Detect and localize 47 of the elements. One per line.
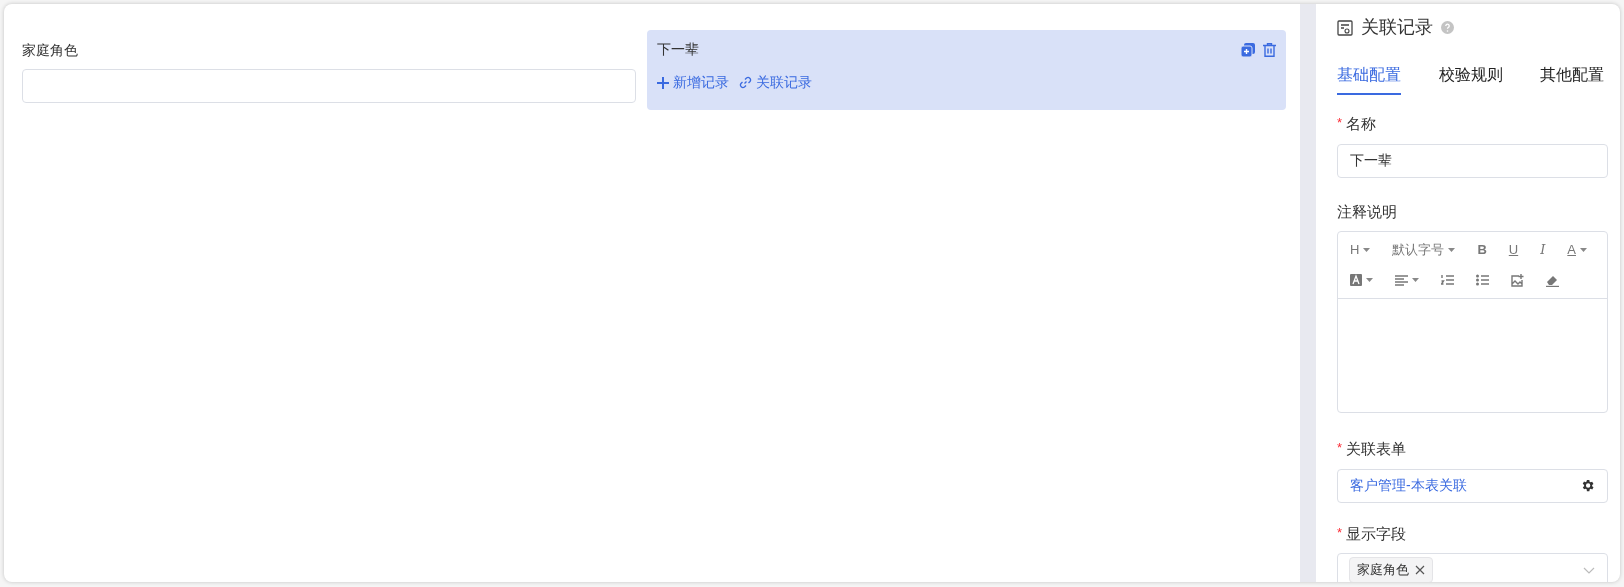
field-label: 注释说明 bbox=[1337, 201, 1397, 222]
caret-icon bbox=[1363, 247, 1371, 253]
tag: 家庭角色 bbox=[1349, 557, 1433, 582]
toolbar-button[interactable]: U bbox=[1504, 238, 1523, 262]
align-icon bbox=[1395, 274, 1408, 286]
form-select[interactable]: 客户管理-本表关联 bbox=[1337, 468, 1608, 503]
rich-text-editor[interactable]: H 默认字号 B U I A bbox=[1337, 231, 1608, 413]
add-record-link[interactable]: 新增记录 bbox=[657, 72, 729, 93]
toolbar-button[interactable]: I bbox=[1536, 238, 1550, 262]
toolbar-button[interactable]: H bbox=[1346, 238, 1375, 262]
toolbar-button[interactable]: 默认字号 bbox=[1388, 238, 1460, 262]
tab[interactable]: 其他配置 bbox=[1540, 63, 1604, 95]
required-mark: * bbox=[1337, 114, 1343, 132]
subform-card[interactable]: 下一辈 新增记录 关联记录 bbox=[647, 30, 1286, 110]
settings-icon[interactable] bbox=[1580, 478, 1595, 493]
required-mark: * bbox=[1337, 523, 1343, 542]
toolbar-button[interactable]: B bbox=[1473, 238, 1491, 262]
tab[interactable]: 基础配置 bbox=[1337, 63, 1401, 95]
close-icon[interactable] bbox=[1415, 565, 1425, 575]
toolbar-button[interactable]: A bbox=[1563, 238, 1591, 262]
tab[interactable]: 校验规则 bbox=[1438, 63, 1503, 95]
eraser-icon bbox=[1546, 273, 1559, 287]
ordered-list-icon bbox=[1441, 274, 1454, 286]
copy-icon[interactable] bbox=[1241, 42, 1255, 57]
link-record-link[interactable]: 关联记录 bbox=[739, 72, 812, 93]
multi-select[interactable]: 家庭角色 bbox=[1337, 553, 1608, 582]
panel-title: 关联记录 bbox=[1361, 16, 1433, 39]
chevron-down-icon bbox=[1583, 566, 1595, 574]
form-icon bbox=[1337, 19, 1353, 36]
input-field[interactable] bbox=[22, 69, 636, 103]
required-mark: * bbox=[1337, 439, 1343, 457]
caret-icon bbox=[1448, 247, 1456, 253]
name-field[interactable]: 下一辈 bbox=[1337, 143, 1608, 178]
subform-title: 下一辈 bbox=[657, 40, 699, 59]
image-icon bbox=[1511, 273, 1524, 287]
caret-icon bbox=[1412, 277, 1419, 283]
plus-icon bbox=[657, 76, 669, 89]
field-label: 关联表单 bbox=[1346, 439, 1407, 459]
trash-icon[interactable] bbox=[1263, 42, 1276, 57]
field-label: 家庭角色 bbox=[22, 41, 79, 60]
highlight-icon bbox=[1350, 274, 1362, 286]
caret-icon bbox=[1366, 277, 1373, 283]
link-icon bbox=[739, 76, 752, 89]
bullet-list-icon bbox=[1476, 274, 1489, 286]
caret-icon bbox=[1580, 247, 1587, 253]
field-label: 名称 bbox=[1346, 114, 1377, 134]
field-label: 显示字段 bbox=[1346, 523, 1407, 544]
